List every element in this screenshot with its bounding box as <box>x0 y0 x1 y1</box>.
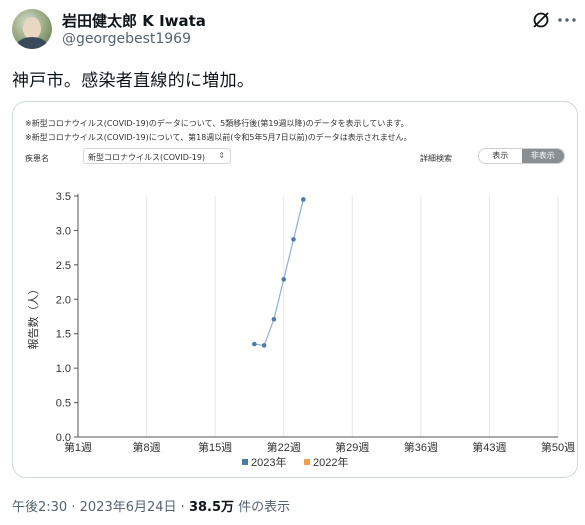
legend-swatch <box>304 459 310 465</box>
detail-search-label: 詳細検索 <box>420 154 452 163</box>
x-tick-labels: 第1週 第8週 第15週 第22週 第29週 第36週 第43週 第50週 <box>64 440 575 454</box>
x-tick-label: 第29週 <box>335 440 369 454</box>
author-handle[interactable]: @georgebest1969 <box>62 31 191 47</box>
data-point <box>261 343 267 348</box>
chart-grid <box>77 196 559 437</box>
data-point <box>252 341 257 347</box>
notice-line-1: ※新型コロナウイルス(COVID-19)のデータについて、5類移行後(第19週以… <box>25 119 409 128</box>
meta-separator: · <box>180 500 185 515</box>
y-tick-label: 3.0 <box>56 225 71 237</box>
y-tick-label: 2.5 <box>56 260 71 272</box>
y-tick-label: 1.0 <box>56 363 71 375</box>
x-tick-label: 第50週 <box>541 440 575 454</box>
legend-label: 2022年 <box>313 455 348 469</box>
x-tick-label: 第1週 <box>64 440 92 454</box>
x-tick-label: 第22週 <box>267 440 301 454</box>
author-name[interactable]: 岩田健太郎 K Iwata <box>62 10 206 31</box>
y-axis-label: 報告数（人） <box>27 284 40 350</box>
avatar-body <box>16 37 48 49</box>
views-count: 38.5万 <box>188 500 235 515</box>
y-tick-label: 0.5 <box>56 398 71 410</box>
x-tick-label: 第8週 <box>133 440 161 454</box>
series-lines <box>254 199 304 347</box>
legend-label: 2023年 <box>251 455 286 469</box>
data-point <box>291 237 296 242</box>
media-card[interactable]: ※新型コロナウイルス(COVID-19)のデータについて、5類移行後(第19週以… <box>12 101 578 478</box>
toggle-hide-option[interactable]: 非表示 <box>521 149 564 163</box>
data-point <box>271 316 277 322</box>
views-label: 件の表示 <box>238 500 291 515</box>
tweet-time[interactable]: 午後2:30 <box>12 500 67 515</box>
detail-toggle[interactable]: 表示 非表示 <box>478 148 565 164</box>
disease-select[interactable]: 新型コロナウイルス(COVID-19) ⇕ <box>83 148 231 164</box>
tweet-text: 神戸市。感染者直線的に増加。 <box>12 71 255 91</box>
more-dots-icon[interactable] <box>557 14 577 26</box>
avatar-face <box>23 17 41 39</box>
x-tick-label: 第36週 <box>404 440 438 454</box>
chart-legend: 2023年 2022年 <box>242 455 348 469</box>
x-tick-label: 第43週 <box>472 440 506 454</box>
tweet-date[interactable]: 2023年6月24日 <box>80 500 177 515</box>
notice-line-2: ※新型コロナウイルス(COVID-19)について、第18週以前(令和5年5月7日… <box>25 133 412 142</box>
tweet-meta: 午後2:30 · 2023年6月24日 · 38.5万 件の表示 <box>12 496 290 515</box>
y-tick-label: 2.0 <box>56 294 71 306</box>
weekly-report-chart: 0.00.51.01.52.02.53.03.5 第1週 第8週 第15週 第22週第… <box>27 191 575 469</box>
disease-label: 疾患名 <box>25 154 49 163</box>
series-points <box>252 197 306 348</box>
data-point <box>281 277 287 282</box>
y-tick-label: 3.5 <box>56 191 71 203</box>
grok-icon[interactable] <box>531 10 551 30</box>
avatar[interactable] <box>12 9 52 49</box>
data-point <box>301 197 306 202</box>
toggle-show-option[interactable]: 表示 <box>479 149 522 163</box>
select-arrow-icon: ⇕ <box>218 151 225 160</box>
disease-select-value: 新型コロナウイルス(COVID-19) <box>88 153 206 162</box>
y-tick-labels: 0.00.51.01.52.02.53.03.5 <box>56 191 71 444</box>
series-line-2023 <box>254 199 304 347</box>
legend-swatch <box>242 459 248 465</box>
y-tick-label: 1.5 <box>56 329 71 341</box>
x-tick-label: 第15週 <box>198 440 232 454</box>
meta-separator: · <box>71 500 76 515</box>
